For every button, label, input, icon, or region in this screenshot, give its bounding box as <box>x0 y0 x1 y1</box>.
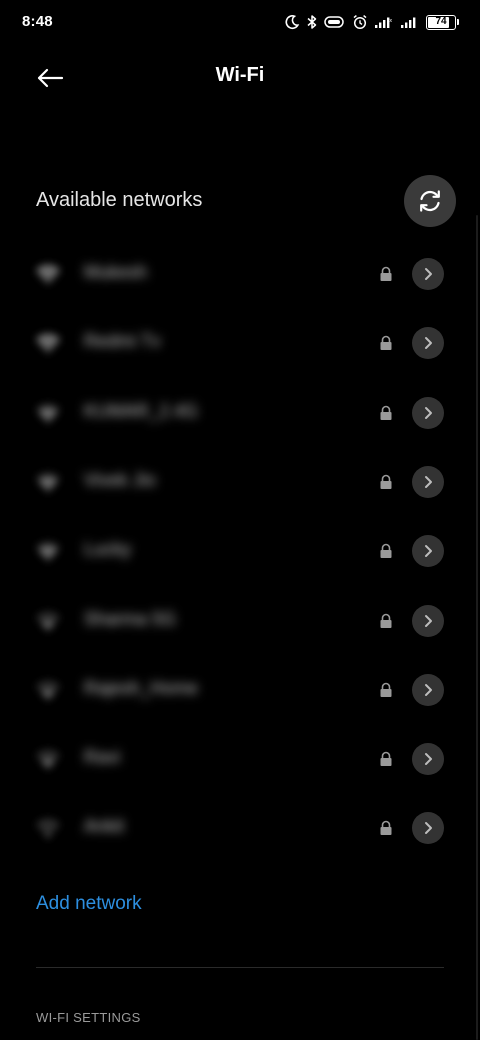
network-name: Ankit <box>84 816 125 836</box>
scrollbar[interactable] <box>476 215 478 1040</box>
chevron-right-icon <box>425 684 432 696</box>
wifi-signal-icon <box>36 819 60 838</box>
battery-icon: 74 <box>426 14 459 30</box>
lock-icon <box>380 335 392 350</box>
divider <box>36 967 444 968</box>
wifi-signal-icon <box>36 334 60 353</box>
wifi-signal-icon <box>36 542 60 561</box>
network-name: KUMAR_2.4G <box>84 401 199 421</box>
lock-icon <box>380 613 392 628</box>
network-row[interactable]: Redmi Tv <box>0 309 480 378</box>
lock-icon <box>380 405 392 420</box>
network-name: Redmi Tv <box>84 331 161 351</box>
chevron-right-icon <box>425 753 432 765</box>
lock-icon <box>380 820 392 835</box>
network-row[interactable]: Mukesh <box>0 240 480 309</box>
network-row[interactable]: Lucky <box>0 517 480 586</box>
network-name: Sharma 5G <box>84 609 177 629</box>
lock-icon <box>380 266 392 281</box>
network-details-button[interactable] <box>412 397 444 429</box>
refresh-icon <box>420 190 440 212</box>
wifi-signal-icon <box>36 612 60 631</box>
network-name: Rajesh_Home <box>84 678 199 698</box>
network-details-button[interactable] <box>412 535 444 567</box>
network-details-button[interactable] <box>412 327 444 359</box>
available-networks-header: Available networks <box>36 189 203 211</box>
lock-icon <box>380 751 392 766</box>
network-details-button[interactable] <box>412 605 444 637</box>
network-details-button[interactable] <box>412 743 444 775</box>
wifi-signal-icon <box>36 750 60 769</box>
chevron-right-icon <box>425 545 432 557</box>
signal-icon: x <box>375 17 393 28</box>
add-network-link[interactable]: Add network <box>36 893 142 915</box>
page-title: Wi-Fi <box>215 64 265 86</box>
network-row[interactable]: Ravi <box>0 725 480 794</box>
wifi-signal-icon <box>36 681 60 700</box>
battery-level: 74 <box>435 15 447 27</box>
network-row[interactable]: Rajesh_Home <box>0 656 480 725</box>
chevron-right-icon <box>425 268 432 280</box>
network-row[interactable]: Ankit <box>0 794 480 863</box>
status-icons: x 74 <box>284 12 460 32</box>
battery-saver-icon <box>324 16 344 28</box>
status-time: 8:48 <box>22 13 53 30</box>
svg-text:x: x <box>390 18 393 24</box>
network-name: Vivek Jio <box>84 470 156 490</box>
status-bar: 8:48 x 74 <box>0 0 480 46</box>
wifi-signal-icon <box>36 473 60 492</box>
refresh-button[interactable] <box>404 175 456 227</box>
lock-icon <box>380 543 392 558</box>
wifi-settings-header: WI-FI SETTINGS <box>36 1010 141 1025</box>
bluetooth-icon <box>307 15 317 29</box>
network-row[interactable]: Sharma 5G <box>0 587 480 656</box>
network-details-button[interactable] <box>412 258 444 290</box>
signal-icon <box>401 17 416 28</box>
network-row[interactable]: Vivek Jio <box>0 448 480 517</box>
chevron-right-icon <box>425 615 432 627</box>
chevron-right-icon <box>425 407 432 419</box>
wifi-signal-icon <box>36 404 60 423</box>
network-name: Lucky <box>84 539 132 559</box>
wifi-signal-icon <box>36 265 60 284</box>
network-name: Ravi <box>84 747 121 767</box>
lock-icon <box>380 682 392 697</box>
network-details-button[interactable] <box>412 812 444 844</box>
network-name: Mukesh <box>84 262 148 282</box>
lock-icon <box>380 474 392 489</box>
chevron-right-icon <box>425 337 432 349</box>
alarm-icon <box>353 15 367 30</box>
network-details-button[interactable] <box>412 466 444 498</box>
chevron-right-icon <box>425 822 432 834</box>
moon-icon <box>285 15 300 30</box>
network-details-button[interactable] <box>412 674 444 706</box>
chevron-right-icon <box>425 476 432 488</box>
network-row[interactable]: KUMAR_2.4G <box>0 379 480 448</box>
